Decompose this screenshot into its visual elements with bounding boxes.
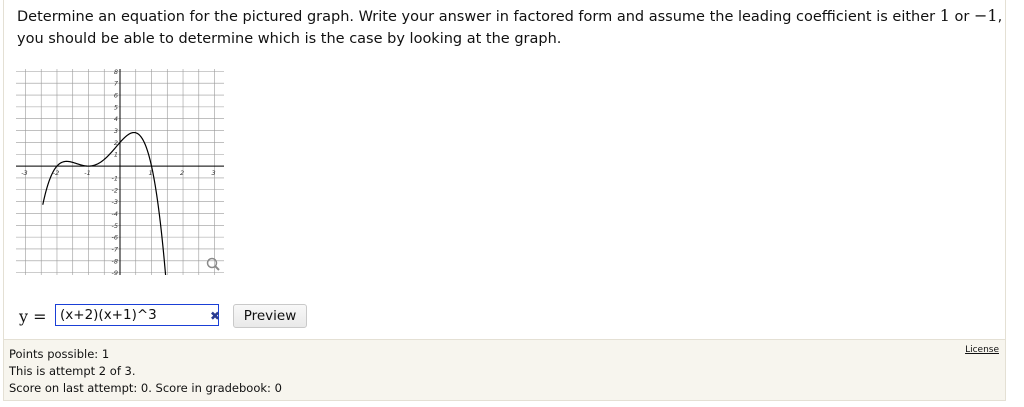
y-tick-label: 8 xyxy=(114,69,118,76)
y-tick-label: -7 xyxy=(112,245,119,253)
y-tick-label: -1 xyxy=(112,174,118,182)
answer-input[interactable] xyxy=(55,304,219,326)
question-mid: or xyxy=(949,9,974,25)
x-mark-icon: ✖ xyxy=(209,309,221,323)
x-tick-label: -1 xyxy=(84,169,90,177)
x-tick-label: 3 xyxy=(211,169,215,177)
x-tick-label: -3 xyxy=(21,169,27,177)
question-text: Determine an equation for the pictured g… xyxy=(17,5,1007,50)
points-possible: Points possible: 1 xyxy=(9,347,110,361)
y-tick-label: 4 xyxy=(114,115,118,123)
magnifier-icon xyxy=(214,265,220,271)
question-prefix: Determine an equation for the pictured g… xyxy=(17,9,940,25)
y-tick-label: 6 xyxy=(114,92,118,100)
graph: -3 -2 -1 1 2 3 8 7 6 5 4 3 2 1 -1 -2 -3 -4 -5 -6 -7 -8 -9 xyxy=(16,69,224,275)
question-line2: you should be able to determine which is… xyxy=(17,31,562,47)
y-equals-label: y = xyxy=(19,307,47,326)
y-tick-label: 5 xyxy=(114,103,118,111)
question-suffix: , xyxy=(997,9,1003,25)
score-info: Score on last attempt: 0. Score in grade… xyxy=(9,381,282,395)
attempt-info: This is attempt 2 of 3. xyxy=(9,364,136,378)
magnifier-icon xyxy=(206,257,218,269)
footer: Points possible: 1 This is attempt 2 of … xyxy=(4,339,1005,400)
y-tick-label: -6 xyxy=(112,234,118,242)
license-link[interactable]: License xyxy=(965,345,999,355)
y-tick-label: -8 xyxy=(112,257,118,265)
footer-info: Points possible: 1 This is attempt 2 of … xyxy=(9,346,282,397)
function-curve xyxy=(42,131,167,275)
x-tick-label: 2 xyxy=(180,169,184,177)
y-tick-label: 3 xyxy=(114,127,118,135)
y-tick-label: -4 xyxy=(112,210,118,218)
y-tick-label: 7 xyxy=(114,80,119,88)
coefficient-one: 1 xyxy=(939,6,950,25)
coefficient-minus-one: −1 xyxy=(974,6,998,25)
y-tick-label: -9 xyxy=(112,269,118,275)
y-tick-label: -5 xyxy=(112,222,118,230)
y-tick-label: -3 xyxy=(112,198,118,206)
y-tick-label: -2 xyxy=(112,186,118,194)
preview-button[interactable]: Preview xyxy=(233,304,307,328)
y-tick-label: 1 xyxy=(114,151,118,159)
graph-svg: -3 -2 -1 1 2 387654321-1-2-3-4-5-6-7-8-9 xyxy=(16,69,224,275)
